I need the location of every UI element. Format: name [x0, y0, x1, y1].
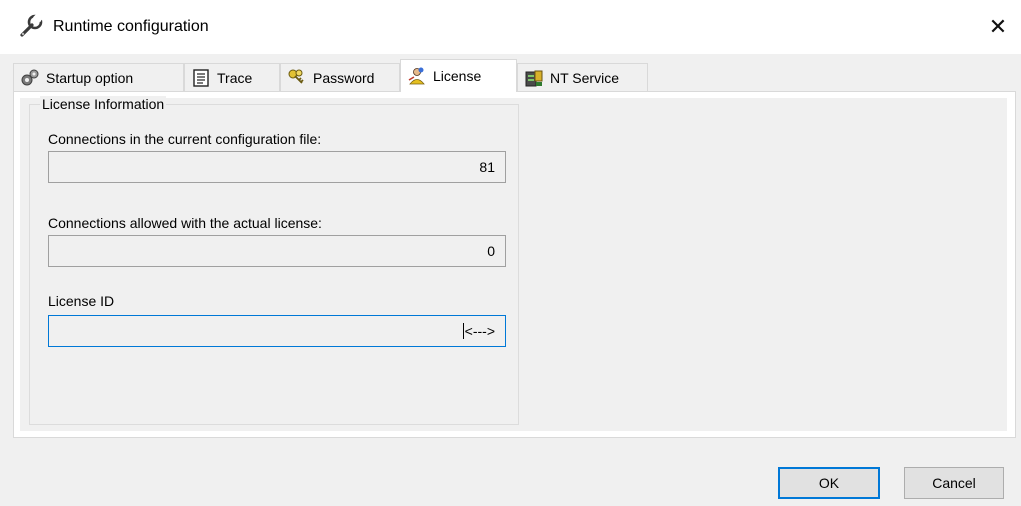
gears-icon — [20, 68, 40, 88]
keys-icon — [287, 68, 307, 88]
connections-config-field[interactable]: 81 — [48, 151, 506, 183]
text-cursor — [462, 323, 464, 339]
connections-config-label: Connections in the current configuration… — [48, 131, 322, 147]
license-user-icon — [407, 66, 427, 86]
tab-label: Trace — [217, 69, 253, 86]
tab-label: Password — [313, 69, 375, 86]
ok-button-label: OK — [818, 475, 840, 491]
cancel-button-label: Cancel — [932, 475, 976, 491]
connections-allowed-value: 0 — [487, 243, 495, 259]
close-button[interactable]: ✕ — [975, 0, 1021, 54]
cancel-button[interactable]: Cancel — [904, 467, 1004, 499]
tab-startup-option[interactable]: Startup option — [13, 63, 184, 91]
wrench-icon — [18, 13, 44, 39]
ok-button[interactable]: OK — [778, 467, 880, 499]
tab-trace[interactable]: Trace — [184, 63, 280, 91]
connections-allowed-field[interactable]: 0 — [48, 235, 506, 267]
window-title: Runtime configuration — [53, 18, 209, 35]
close-icon: ✕ — [988, 14, 1008, 39]
tab-label: License — [433, 68, 482, 84]
tab-label: Startup option — [46, 69, 134, 86]
license-id-text: <---> — [464, 323, 495, 339]
connections-allowed-label: Connections allowed with the actual lice… — [48, 215, 322, 231]
tab-nt-service[interactable]: NT Service — [517, 63, 648, 91]
tab-label: NT Service — [550, 69, 619, 86]
title-bar: Runtime configuration ✕ — [0, 0, 1021, 54]
license-id-value: <---> — [462, 323, 495, 339]
group-title: License Information — [40, 96, 167, 112]
license-id-label: License ID — [48, 293, 115, 309]
server-icon — [524, 68, 544, 88]
notepad-icon — [191, 68, 211, 88]
tab-password[interactable]: Password — [280, 63, 400, 91]
tab-license[interactable]: License — [400, 59, 517, 92]
connections-config-value: 81 — [479, 159, 495, 175]
license-id-field[interactable]: <---> — [48, 315, 506, 347]
